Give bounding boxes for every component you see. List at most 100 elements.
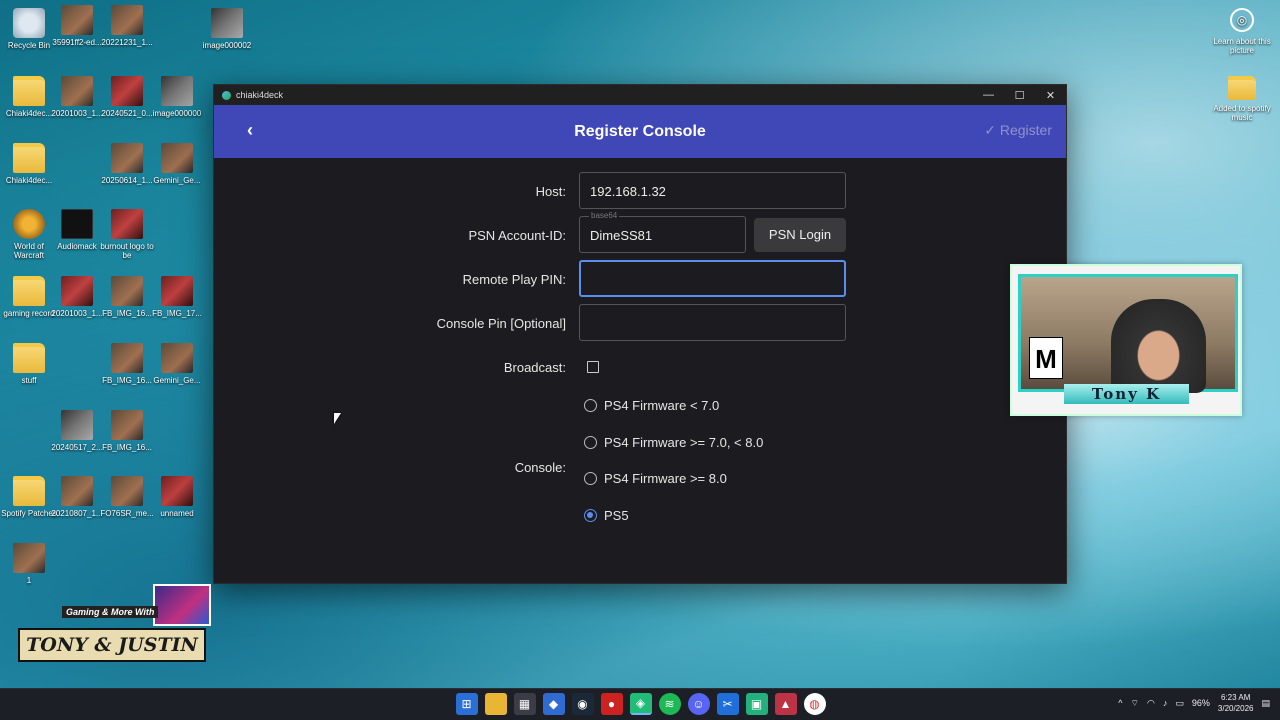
desktop-icon[interactable]: image000002 — [198, 8, 256, 50]
spotify-folder[interactable]: Added to spotify music — [1212, 76, 1272, 122]
battery-percent: 96% — [1191, 698, 1210, 708]
camera-icon: ◎ — [1230, 8, 1254, 32]
console-label: Console: — [514, 460, 566, 475]
desktop-icon-label: 1 — [26, 576, 32, 585]
register-button[interactable]: ✓ Register — [984, 122, 1052, 139]
desktop-icon[interactable]: Chiaki4dec... — [0, 143, 58, 185]
file-thumbnail-icon — [61, 76, 93, 106]
radio-button[interactable] — [584, 472, 597, 486]
desktop-icon[interactable]: unnamed — [148, 476, 206, 518]
desktop-icon[interactable]: burnout logo to be — [98, 209, 156, 260]
notification-icon[interactable]: ▤ — [1261, 698, 1270, 709]
minimize-button[interactable]: — — [973, 89, 1004, 102]
chrome-icon[interactable]: ◍ — [803, 693, 826, 715]
console-pin-label: Console Pin [Optional] — [436, 316, 566, 331]
chiaki-taskbar-icon[interactable]: ◈ — [629, 693, 652, 715]
desktop-icon-label: Gemini_Ge... — [153, 376, 201, 385]
record-icon[interactable]: ● — [600, 693, 623, 715]
desktop-icon[interactable]: stuff — [0, 343, 58, 385]
console-option[interactable]: PS4 Firmware >= 8.0 — [584, 471, 727, 486]
console-option[interactable]: PS4 Firmware >= 7.0, < 8.0 — [584, 435, 763, 450]
psn-account-input[interactable]: DimeSS81 — [579, 216, 746, 253]
folder-icon — [13, 476, 45, 506]
window-titlebar[interactable]: chiaki4deck — ☐ ✕ — [214, 85, 1066, 105]
steam-icon[interactable]: ◉ — [571, 693, 594, 715]
folder-icon — [13, 276, 45, 306]
network-icon[interactable]: ⌔ — [1131, 698, 1139, 709]
console-option-label: PS4 Firmware < 7.0 — [604, 398, 720, 413]
learn-label: Learn about this picture — [1213, 37, 1271, 55]
back-arrow-icon[interactable]: ‹ — [247, 120, 253, 141]
desktop-icon[interactable]: Gemini_Ge... — [148, 143, 206, 185]
volume-icon[interactable]: ♪ — [1163, 698, 1168, 708]
file-thumbnail-icon — [61, 209, 93, 239]
learn-about-picture[interactable]: ◎ Learn about this picture — [1212, 8, 1272, 55]
clock-time: 6:23 AM — [1221, 693, 1251, 702]
file-thumbnail-icon — [61, 5, 93, 35]
desktop-icon[interactable]: 20221231_1... — [98, 5, 156, 47]
file-thumbnail-icon — [111, 5, 143, 35]
file-thumbnail-icon — [161, 76, 193, 106]
page-title: Register Console — [574, 122, 706, 140]
store-icon[interactable]: ▦ — [513, 693, 536, 715]
badge-logo — [153, 584, 211, 626]
desktop-icon-label: unnamed — [160, 509, 194, 518]
desktop-icon[interactable]: Gemini_Ge... — [148, 343, 206, 385]
file-thumbnail-icon — [111, 410, 143, 440]
file-thumbnail-icon — [111, 343, 143, 373]
chat-icon[interactable]: ▣ — [745, 693, 768, 715]
desktop-icon[interactable]: FB_IMG_16... — [98, 410, 156, 452]
close-button[interactable]: ✕ — [1035, 89, 1066, 102]
file-thumbnail-icon — [111, 476, 143, 506]
file-thumbnail-icon — [161, 343, 193, 373]
desktop-icon[interactable]: FB_IMG_17... — [148, 276, 206, 318]
shield-icon[interactable]: ◆ — [542, 693, 565, 715]
radio-button[interactable] — [584, 399, 597, 412]
file-thumbnail-icon — [13, 209, 45, 239]
maximize-button[interactable]: ☐ — [1004, 89, 1035, 102]
console-option[interactable]: PS5 — [584, 508, 629, 523]
desktop-icon-label: image000000 — [152, 109, 202, 118]
start-icon[interactable]: ⊞ — [455, 693, 478, 715]
clock[interactable]: 6:23 AM 3/20/2026 — [1218, 692, 1254, 714]
discord-icon[interactable]: ☺ — [687, 693, 710, 715]
file-thumbnail-icon — [111, 76, 143, 106]
stream-badge: Gaming & More With TONY & JUSTIN — [18, 584, 211, 666]
desktop-icon-label: stuff — [21, 376, 37, 385]
file-explorer-icon[interactable] — [484, 693, 507, 715]
remote-play-pin-label: Remote Play PIN: — [462, 272, 566, 287]
battery-icon[interactable]: ▭ — [1175, 698, 1184, 709]
taskbar: ⊞ ▦ ◆ ◉ ● ◈ ≋ ☺ ✂ ▣ ▲ ◍ ^ ⌔ ◠ ♪ ▭ 96% 6:… — [0, 688, 1280, 720]
app-icon — [222, 90, 231, 100]
snip-icon[interactable]: ✂ — [716, 693, 739, 715]
remote-play-pin-input[interactable] — [579, 260, 846, 297]
desktop-icon-label: burnout logo to be — [100, 242, 154, 260]
console-option[interactable]: PS4 Firmware < 7.0 — [584, 398, 719, 413]
desktop-icon-label: FB_IMG_17... — [152, 309, 202, 318]
psn-login-button[interactable]: PSN Login — [754, 218, 846, 252]
recycle-bin-icon — [13, 8, 45, 38]
desktop-icon-label: 20221231_1... — [101, 38, 153, 47]
folder-icon — [13, 143, 45, 173]
file-thumbnail-icon — [111, 209, 143, 239]
radio-button[interactable] — [584, 508, 597, 522]
desktop-icon[interactable]: image000000 — [148, 76, 206, 118]
host-label: Host: — [535, 184, 566, 199]
spotify-icon[interactable]: ≋ — [658, 693, 681, 715]
desktop-icon-label: FB_IMG_16... — [102, 443, 152, 452]
app-bar: ‹ Register Console ✓ Register — [214, 105, 1066, 158]
webcam-frame: M — [1018, 274, 1238, 393]
mouse-cursor — [334, 413, 341, 424]
broadcast-checkbox[interactable] — [587, 361, 599, 373]
clock-date: 3/20/2026 — [1217, 704, 1254, 713]
host-input[interactable]: 192.168.1.32 — [579, 172, 846, 209]
console-pin-input[interactable] — [579, 304, 846, 341]
tray-chevron-icon[interactable]: ^ — [1118, 698, 1122, 708]
file-thumbnail-icon — [61, 476, 93, 506]
desktop-icon-label: Gemini_Ge... — [153, 176, 201, 185]
desktop-icon[interactable]: 1 — [0, 543, 58, 585]
radio-button[interactable] — [584, 435, 597, 449]
wifi-icon[interactable]: ◠ — [1147, 698, 1155, 709]
file-thumbnail-icon — [111, 143, 143, 173]
game-icon[interactable]: ▲ — [774, 693, 797, 715]
